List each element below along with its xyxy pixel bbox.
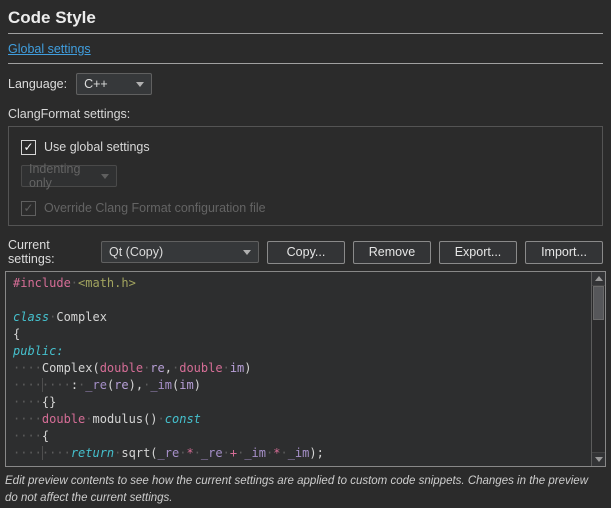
remove-button[interactable]: Remove [353,241,431,264]
checkbox-box: ✓ [21,201,36,216]
vertical-scrollbar[interactable] [591,272,605,466]
clangformat-mode-value: Indenting only [29,162,93,190]
scroll-up-button[interactable] [592,272,605,286]
code-line: ········:·_re(re),·_im(im) [13,377,591,394]
code-line [13,292,591,309]
checkbox-box[interactable]: ✓ [21,140,36,155]
preview-hint-text: Edit preview contents to see how the cur… [5,473,603,508]
copy-button[interactable]: Copy... [267,241,345,264]
code-line: ····{ [13,428,591,445]
code-line: public: [13,343,591,360]
language-row: Language: C++ [8,73,603,95]
chevron-down-icon [101,174,109,179]
code-line: #include·<math.h> [13,275,591,292]
scroll-down-button[interactable] [592,452,605,466]
clangformat-groupbox: ✓ Use global settings Indenting only ✓ O… [8,126,603,226]
check-icon: ✓ [23,202,33,214]
global-settings-link[interactable]: Global settings [8,42,91,56]
current-settings-label: Current settings: [8,238,93,266]
current-settings-value: Qt (Copy) [109,245,163,259]
clangformat-mode-select: Indenting only [21,165,117,187]
export-button[interactable]: Export... [439,241,517,264]
language-select[interactable]: C++ [76,73,152,95]
scroll-up-icon [595,276,603,281]
code-preview-editor[interactable]: #include·<math.h> class·Complex{public:·… [5,271,606,467]
code-style-settings-page: Code Style Global settings Language: C++… [0,0,611,508]
code-line: { [13,326,591,343]
code-area[interactable]: #include·<math.h> class·Complex{public:·… [6,272,591,466]
scroll-down-icon [595,457,603,462]
scrollbar-thumb[interactable] [593,286,604,320]
use-global-settings-checkbox[interactable]: ✓ Use global settings [21,139,590,155]
check-icon: ✓ [23,141,33,153]
code-line: ········return·sqrt(_re·*·_re·+·_im·*·_i… [13,445,591,462]
page-title: Code Style [8,6,603,34]
current-settings-select[interactable]: Qt (Copy) [101,241,259,263]
code-line: class·Complex [13,309,591,326]
override-clangformat-checkbox: ✓ Override Clang Format configuration fi… [21,200,590,216]
override-clangformat-label: Override Clang Format configuration file [44,201,266,215]
code-line: ····Complex(double·re,·double·im) [13,360,591,377]
clangformat-section-label: ClangFormat settings: [8,107,603,121]
language-label: Language: [8,77,67,91]
code-line: ····double·modulus()·const [13,411,591,428]
chevron-down-icon [243,250,251,255]
global-settings-row: Global settings [8,34,603,64]
import-button[interactable]: Import... [525,241,603,264]
code-line: ····{} [13,394,591,411]
current-settings-row: Current settings: Qt (Copy) Copy... Remo… [8,238,603,266]
use-global-settings-label: Use global settings [44,140,150,154]
chevron-down-icon [136,82,144,87]
language-select-value: C++ [84,77,108,91]
